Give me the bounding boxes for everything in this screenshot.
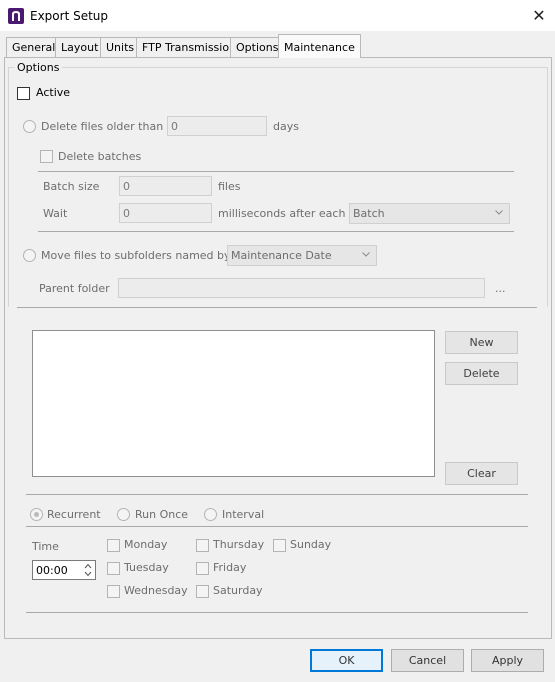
- tab-label: FTP Transmission: [142, 41, 237, 54]
- sunday-checkbox[interactable]: [273, 539, 286, 552]
- window-title: Export Setup: [30, 9, 109, 23]
- spin-up-icon[interactable]: [82, 562, 94, 570]
- wednesday-checkbox[interactable]: [107, 585, 120, 598]
- move-files-select[interactable]: Maintenance Date: [227, 245, 377, 266]
- delete-older-radio[interactable]: [23, 120, 36, 133]
- time-value: 00:00: [36, 564, 68, 577]
- tab-units[interactable]: Units: [100, 37, 141, 57]
- options-bottom-separator: [17, 307, 537, 308]
- batch-select-value: Batch: [353, 207, 385, 220]
- parent-folder-field[interactable]: [118, 278, 485, 298]
- list-bottom-separator: [26, 494, 528, 495]
- monday-label: Monday: [124, 538, 168, 551]
- browse-button[interactable]: ...: [495, 282, 506, 295]
- move-files-radio[interactable]: [23, 249, 36, 262]
- spin-down-icon[interactable]: [82, 570, 94, 578]
- active-checkbox[interactable]: [17, 87, 30, 100]
- tab-maintenance[interactable]: Maintenance: [278, 34, 361, 58]
- delete-button[interactable]: Delete: [445, 362, 518, 385]
- batch-select[interactable]: Batch: [349, 203, 510, 224]
- tab-label: Maintenance: [284, 41, 355, 54]
- files-label: files: [218, 180, 241, 193]
- parent-folder-label: Parent folder: [39, 282, 110, 295]
- tab-label: Units: [106, 41, 135, 54]
- saturday-checkbox[interactable]: [196, 585, 209, 598]
- saturday-label: Saturday: [213, 584, 263, 597]
- chevron-down-icon: [362, 252, 370, 257]
- friday-checkbox[interactable]: [196, 562, 209, 575]
- move-files-select-value: Maintenance Date: [231, 249, 332, 262]
- recurrent-radio[interactable]: [30, 508, 43, 521]
- apply-button[interactable]: Apply: [471, 649, 544, 672]
- active-label: Active: [36, 86, 71, 99]
- tuesday-checkbox[interactable]: [107, 562, 120, 575]
- chevron-down-icon: [495, 210, 503, 215]
- time-label: Time: [32, 540, 59, 553]
- interval-radio[interactable]: [204, 508, 217, 521]
- interval-label: Interval: [222, 508, 265, 521]
- delete-older-label: Delete files older than: [41, 120, 164, 133]
- batch-size-label: Batch size: [43, 180, 100, 193]
- days-label: days: [273, 120, 299, 133]
- thursday-checkbox[interactable]: [196, 539, 209, 552]
- app-icon: [8, 8, 24, 24]
- tab-label: Layout: [61, 41, 99, 54]
- recurrent-label: Recurrent: [47, 508, 101, 521]
- tab-options[interactable]: Options: [230, 37, 285, 57]
- milliseconds-label: milliseconds after each: [218, 207, 346, 220]
- tab-label: Options: [236, 41, 279, 54]
- new-button[interactable]: New: [445, 331, 518, 354]
- batches-bottom-separator: [38, 231, 514, 232]
- schedule-bottom-separator: [26, 612, 528, 613]
- friday-label: Friday: [213, 561, 247, 574]
- close-icon[interactable]: ✕: [528, 6, 550, 26]
- tab-general[interactable]: General: [6, 37, 62, 57]
- cancel-button[interactable]: Cancel: [391, 649, 464, 672]
- delete-batches-checkbox[interactable]: [40, 150, 53, 163]
- wednesday-label: Wednesday: [124, 584, 188, 597]
- time-spinbox[interactable]: 00:00: [32, 560, 96, 580]
- tab-label: General: [12, 41, 56, 54]
- run-once-radio[interactable]: [117, 508, 130, 521]
- clear-button[interactable]: Clear: [445, 462, 518, 485]
- batches-separator: [38, 171, 514, 172]
- run-once-label: Run Once: [135, 508, 189, 521]
- batch-size-field[interactable]: 0: [119, 176, 212, 196]
- schedule-list[interactable]: [32, 330, 435, 477]
- move-files-label: Move files to subfolders named by: [41, 249, 231, 262]
- wait-field[interactable]: 0: [119, 203, 212, 223]
- delete-older-days-field[interactable]: 0: [167, 116, 267, 136]
- delete-batches-label: Delete batches: [58, 150, 142, 163]
- tab-ftp-transmission[interactable]: FTP Transmission: [136, 37, 243, 57]
- tab-layout[interactable]: Layout: [55, 37, 105, 57]
- thursday-label: Thursday: [213, 538, 265, 551]
- tuesday-label: Tuesday: [124, 561, 169, 574]
- ok-button[interactable]: OK: [310, 649, 383, 672]
- monday-checkbox[interactable]: [107, 539, 120, 552]
- sunday-label: Sunday: [290, 538, 332, 551]
- options-group-title: Options: [14, 61, 63, 74]
- wait-label: Wait: [43, 207, 68, 220]
- schedule-type-separator: [26, 526, 528, 527]
